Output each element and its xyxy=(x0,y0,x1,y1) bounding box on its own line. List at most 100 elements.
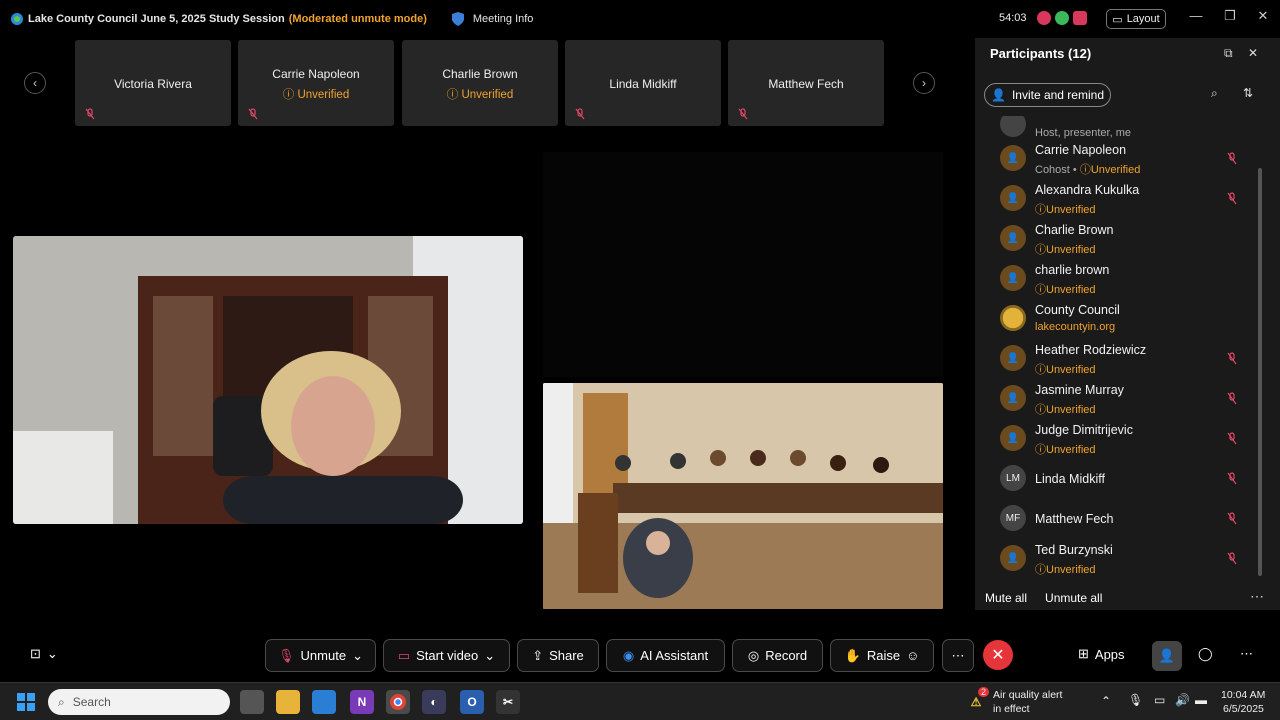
thumbnail-victoria-rivera[interactable]: Victoria Rivera xyxy=(75,40,231,126)
meeting-info-button[interactable]: Meeting Info xyxy=(451,11,534,27)
strip-next-button[interactable]: › xyxy=(913,72,935,94)
strip-prev-button[interactable]: ‹ xyxy=(24,72,46,94)
invite-and-remind-button[interactable]: 👤 Invite and remind xyxy=(984,83,1111,107)
muted-mic-icon[interactable] xyxy=(1227,512,1237,525)
avatar: 👤 xyxy=(1000,345,1026,371)
council-room-video[interactable] xyxy=(543,383,943,609)
participant-row[interactable]: 👤 Alexandra Kukulka ⓘUnverified xyxy=(975,179,1265,219)
chevron-up-icon[interactable]: ⌃ xyxy=(1101,694,1111,708)
participant-row[interactable]: 👤 Judge Dimitrijevic ⓘUnverified xyxy=(975,419,1265,459)
chrome-icon[interactable] xyxy=(386,690,410,714)
participant-row[interactable]: 👤 Ted Burzynski ⓘUnverified xyxy=(975,539,1265,579)
leave-meeting-button[interactable]: ✕ xyxy=(983,640,1013,670)
taskbar: ⌕ Search N ◐ O ✂ ⚠ 2 Air quality alert i… xyxy=(0,682,1280,720)
unmute-all-button[interactable]: Unmute all xyxy=(1045,591,1102,605)
network-icon[interactable]: ▭ xyxy=(1154,693,1165,707)
participant-name: County Council xyxy=(1035,303,1120,317)
start-video-button[interactable]: ▭ Start video ⌄ xyxy=(383,639,510,672)
file-explorer-icon[interactable] xyxy=(276,690,300,714)
onenote-icon[interactable]: N xyxy=(350,690,374,714)
chat-button[interactable]: ◯ xyxy=(1198,646,1213,662)
volume-icon[interactable]: 🔊 xyxy=(1175,693,1190,707)
clock-time[interactable]: 10:04 AM xyxy=(1221,689,1265,701)
participant-row[interactable]: MF Matthew Fech xyxy=(975,499,1265,539)
outlook-icon[interactable]: O xyxy=(460,690,484,714)
muted-mic-icon[interactable] xyxy=(1227,192,1237,205)
taskbar-search[interactable]: ⌕ Search xyxy=(48,689,230,715)
toolbar-more-button[interactable]: ⋯ xyxy=(1240,646,1253,662)
muted-mic-icon xyxy=(248,108,258,120)
participant-name: Charlie Brown xyxy=(1035,223,1114,237)
close-panel-icon[interactable]: ✕ xyxy=(1248,46,1258,60)
unverified-icon: ⓘ xyxy=(1079,164,1091,176)
muted-mic-icon[interactable] xyxy=(1227,432,1237,445)
participant-status: ⓘUnverified xyxy=(1035,364,1096,376)
thumbnail-name: Carrie Napoleon xyxy=(272,67,360,81)
participant-row[interactable]: 👤 Charlie Brown ⓘUnverified xyxy=(975,219,1265,259)
participant-name: Jasmine Murray xyxy=(1035,383,1124,397)
apps-button[interactable]: ⊞ Apps xyxy=(1078,646,1125,662)
unverified-icon: ⓘ xyxy=(1035,244,1046,256)
more-icon: ⋯ xyxy=(1240,646,1253,661)
participant-name: Linda Midkiff xyxy=(1035,472,1105,486)
participants-scrollbar[interactable] xyxy=(1258,168,1262,576)
raise-hand-button[interactable]: ✋ Raise ☺ xyxy=(830,639,934,672)
avatar: 👤 xyxy=(1000,225,1026,251)
battery-icon[interactable]: ▬ xyxy=(1195,693,1207,707)
muted-mic-icon[interactable] xyxy=(1227,472,1237,485)
share-button[interactable]: ⇪ Share xyxy=(517,639,599,672)
alert-badge: 2 xyxy=(978,687,990,697)
clock-date[interactable]: 6/5/2025 xyxy=(1223,703,1264,715)
mic-muted-tray-icon[interactable]: 🎙 xyxy=(1128,693,1143,707)
muted-mic-icon[interactable] xyxy=(1227,352,1237,365)
minimize-icon[interactable]: — xyxy=(1184,8,1208,23)
popout-icon[interactable]: ⧉ xyxy=(1224,46,1233,61)
restore-icon[interactable]: ❐ xyxy=(1218,8,1242,24)
layout-button[interactable]: ▭ Layout xyxy=(1106,9,1166,29)
muted-mic-icon[interactable] xyxy=(1227,552,1237,565)
snipping-icon[interactable]: ✂ xyxy=(496,690,520,714)
participant-row[interactable]: 👤 charlie brown ⓘUnverified xyxy=(975,259,1265,299)
sort-icon[interactable]: ⇅ xyxy=(1243,86,1253,100)
muted-mic-icon[interactable] xyxy=(1227,392,1237,405)
participant-row[interactable]: 👤 Heather Rodziewicz ⓘUnverified xyxy=(975,339,1265,379)
more-button[interactable]: ⋯ xyxy=(942,639,974,672)
avatar: 👤 xyxy=(1000,385,1026,411)
speaker-video-frame xyxy=(13,236,523,524)
meeting-timer: 54:03 xyxy=(999,12,1027,24)
unmute-button[interactable]: 🎙 Unmute ⌄ xyxy=(265,639,376,672)
edge-icon[interactable] xyxy=(312,690,336,714)
start-video-label: Start video xyxy=(416,648,479,663)
meeting-info-label: Meeting Info xyxy=(472,13,534,25)
close-icon[interactable]: ✕ xyxy=(1251,8,1275,24)
participants-button[interactable]: 👤 xyxy=(1152,641,1182,671)
unverified-icon: ⓘ xyxy=(282,89,298,101)
search-icon[interactable]: ⌕ xyxy=(1211,86,1218,101)
webex-icon[interactable]: ◐ xyxy=(422,690,446,714)
more-options-icon[interactable]: ⋯ xyxy=(1250,588,1264,605)
person-icon: 👤 xyxy=(1006,152,1020,164)
muted-mic-icon[interactable] xyxy=(1227,152,1237,165)
task-view-icon[interactable] xyxy=(240,690,264,714)
thumbnail-linda-midkiff[interactable]: Linda Midkiff xyxy=(565,40,721,126)
empty-video-tile[interactable] xyxy=(543,152,943,377)
thumbnail-carrie-napoleon[interactable]: Carrie Napoleon ⓘ Unverified xyxy=(238,40,394,126)
thumbnail-matthew-fech[interactable]: Matthew Fech xyxy=(728,40,884,126)
participant-status: ⓘUnverified xyxy=(1035,564,1096,576)
recording-icon xyxy=(1037,11,1051,25)
windows-start-icon[interactable] xyxy=(17,693,35,711)
captions-button[interactable]: ⊡ ⌄ xyxy=(30,646,58,662)
avatar: 👤 xyxy=(1000,185,1026,211)
reactions-icon: ☺ xyxy=(906,648,920,663)
mute-all-button[interactable]: Mute all xyxy=(985,591,1027,605)
active-speaker-video[interactable] xyxy=(13,236,523,524)
ai-assistant-button[interactable]: ◉ AI Assistant xyxy=(606,639,725,672)
record-button[interactable]: ◎ Record xyxy=(732,639,823,672)
participant-row[interactable]: 👤 Carrie Napoleon Cohost • ⓘUnverified xyxy=(975,139,1265,179)
thumbnail-charlie-brown[interactable]: Charlie Brown ⓘ Unverified xyxy=(402,40,558,126)
participant-row[interactable]: LM Linda Midkiff xyxy=(975,459,1265,499)
unverified-icon: ⓘ xyxy=(1035,564,1046,576)
unverified-icon: ⓘ xyxy=(1035,364,1046,376)
participant-row[interactable]: County Council lakecountyin.org xyxy=(975,299,1265,339)
participant-row[interactable]: 👤 Jasmine Murray ⓘUnverified xyxy=(975,379,1265,419)
